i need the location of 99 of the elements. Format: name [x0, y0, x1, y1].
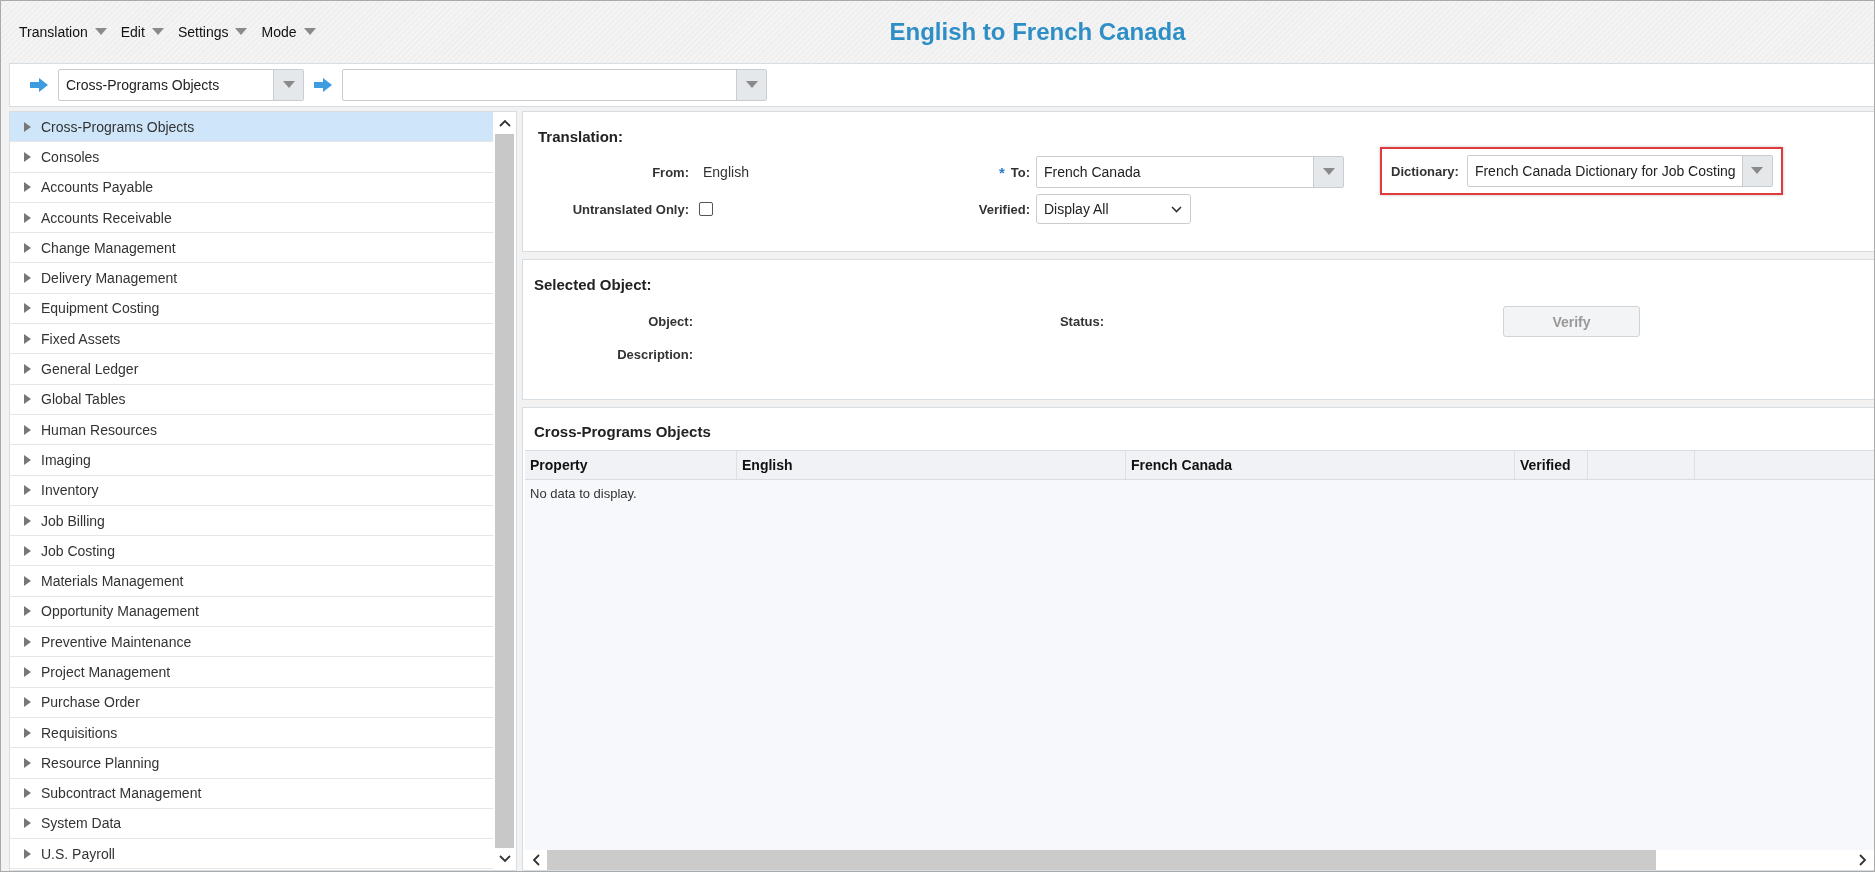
verified-dropdown[interactable]: Display All [1036, 194, 1191, 224]
menu-item[interactable]: Edit [120, 24, 164, 40]
caret-icon [235, 28, 248, 36]
caret-icon [282, 81, 295, 89]
expand-icon[interactable] [22, 212, 32, 223]
expand-icon[interactable] [22, 606, 32, 617]
required-mark: * [998, 163, 1005, 181]
tree-item[interactable]: Inventory [10, 475, 493, 506]
tree-item[interactable]: Resource Planning [10, 748, 493, 779]
expand-icon[interactable] [22, 303, 32, 314]
expand-icon[interactable] [22, 273, 32, 284]
expand-icon[interactable] [22, 121, 32, 132]
tree-item[interactable]: Change Management [10, 233, 493, 264]
expand-icon[interactable] [22, 242, 32, 253]
column-header[interactable]: Verified [1515, 451, 1588, 479]
tree-item[interactable]: System Data [10, 808, 493, 840]
column-header[interactable]: Property [525, 451, 737, 479]
tree-item[interactable]: Project Management [10, 657, 493, 688]
chevron-icon [1171, 205, 1182, 213]
caret-icon [1322, 168, 1335, 176]
scroll-right-icon[interactable] [1859, 854, 1867, 866]
tree-item[interactable]: Job Costing [10, 536, 493, 567]
tree-item[interactable]: Job Billing [10, 505, 493, 537]
expand-icon[interactable] [22, 848, 32, 859]
tree-item[interactable]: Preventive Maintenance [10, 627, 493, 658]
checkbox[interactable] [699, 202, 713, 216]
tree-item[interactable]: Consoles [10, 142, 493, 173]
expand-icon[interactable] [22, 576, 32, 587]
column-header[interactable]: French Canada [1126, 451, 1515, 479]
caret-icon [303, 28, 316, 36]
field-label: Untranslated Only: [571, 201, 689, 217]
menu-item[interactable]: Settings [177, 24, 248, 40]
expand-icon[interactable] [22, 636, 32, 647]
expand-icon[interactable] [22, 697, 32, 708]
dropdown-button[interactable] [1313, 157, 1343, 187]
tree-item[interactable]: Cross-Programs Objects [10, 112, 493, 143]
field-label: Verified: [978, 201, 1030, 217]
tree-item[interactable]: Equipment Costing [10, 293, 493, 325]
tree-item[interactable]: Imaging [10, 445, 493, 476]
tree-item[interactable]: Global Tables [10, 384, 493, 415]
caret-icon [94, 28, 107, 36]
expand-icon[interactable] [22, 727, 32, 738]
tree-item[interactable]: Fixed Assets [10, 324, 493, 355]
arrow-icon [30, 78, 48, 92]
tree-item[interactable]: Delivery Management [10, 263, 493, 294]
tree-item[interactable]: Human Resources [10, 414, 493, 446]
expand-icon[interactable] [22, 182, 32, 193]
page-title: English to French Canada [889, 18, 1186, 46]
field-label: To: [1010, 164, 1030, 180]
object-dropdown[interactable]: Cross-Programs Objects [58, 69, 304, 101]
expand-icon[interactable] [22, 545, 32, 556]
dropdown-button[interactable] [736, 70, 766, 100]
expand-icon[interactable] [22, 667, 32, 677]
field-label: Dictionary: [1391, 163, 1459, 179]
expand-icon[interactable] [22, 788, 32, 799]
caret-icon [151, 28, 164, 36]
expand-icon[interactable] [22, 757, 32, 768]
tree-item[interactable]: General Ledger [10, 354, 493, 385]
menu-item[interactable]: Translation [19, 24, 107, 40]
tree-item[interactable]: U.S. Payroll [10, 839, 493, 870]
field-label: From: [651, 164, 689, 180]
dropdown-button[interactable] [1741, 156, 1772, 186]
tree-item[interactable]: Accounts Receivable [10, 202, 493, 234]
scroll-down-icon[interactable] [498, 855, 511, 863]
dictionary-dropdown[interactable]: French Canada Dictionary for Job Costing [1466, 155, 1773, 187]
tree-item[interactable]: Materials Management [10, 566, 493, 597]
arrow-icon [314, 78, 332, 92]
expand-icon[interactable] [22, 515, 32, 526]
menu-item[interactable]: Mode [261, 24, 316, 40]
column-header[interactable]: English [737, 451, 1126, 479]
field-label: Status: [1058, 314, 1104, 329]
expand-icon[interactable] [22, 151, 32, 162]
expand-icon[interactable] [22, 424, 32, 435]
caret-icon [745, 81, 758, 89]
expand-icon[interactable] [22, 818, 32, 829]
caret-icon [1751, 167, 1764, 175]
tree-item[interactable]: Requisitions [10, 717, 493, 749]
tree-item[interactable]: Accounts Payable [10, 172, 493, 203]
dropdown-button[interactable] [273, 70, 303, 100]
tree-item[interactable]: Purchase Order [10, 687, 493, 718]
expand-icon[interactable] [22, 485, 32, 496]
language-dropdown[interactable]: French Canada [1036, 156, 1344, 188]
field-value: English [703, 164, 749, 180]
empty-message: No data to display. [530, 486, 637, 501]
section-heading: Translation: [538, 128, 624, 145]
tree-item[interactable]: Opportunity Management [10, 596, 493, 628]
scroll-left-icon[interactable] [532, 854, 540, 866]
expand-icon[interactable] [22, 333, 32, 344]
table-title: Cross-Programs Objects [533, 422, 712, 442]
scrollbar-thumb[interactable] [495, 134, 514, 848]
scrollbar-thumb[interactable] [547, 850, 1657, 870]
section-heading: Selected Object: [534, 276, 653, 293]
field-label: Description: [616, 347, 693, 362]
tree-item[interactable]: Subcontract Management [10, 778, 493, 809]
expand-icon[interactable] [22, 454, 32, 465]
expand-icon[interactable] [22, 394, 32, 405]
scroll-up-icon[interactable] [498, 119, 511, 127]
field-label: Object: [647, 314, 693, 329]
expand-icon[interactable] [22, 364, 32, 374]
